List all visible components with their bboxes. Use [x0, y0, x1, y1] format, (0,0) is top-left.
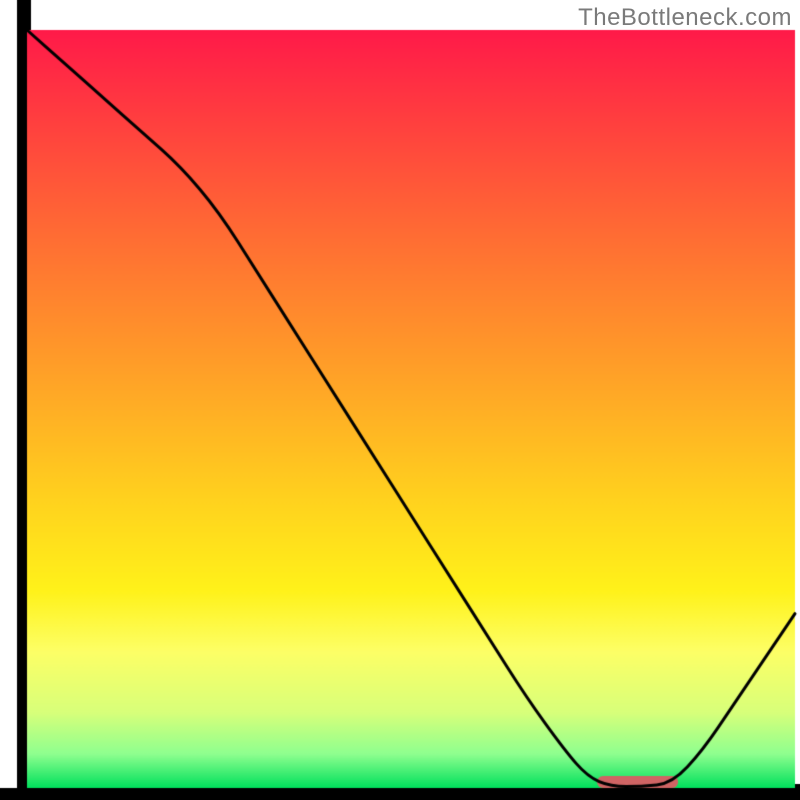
bottleneck-plot — [0, 0, 800, 800]
watermark-text: TheBottleneck.com — [578, 4, 792, 32]
